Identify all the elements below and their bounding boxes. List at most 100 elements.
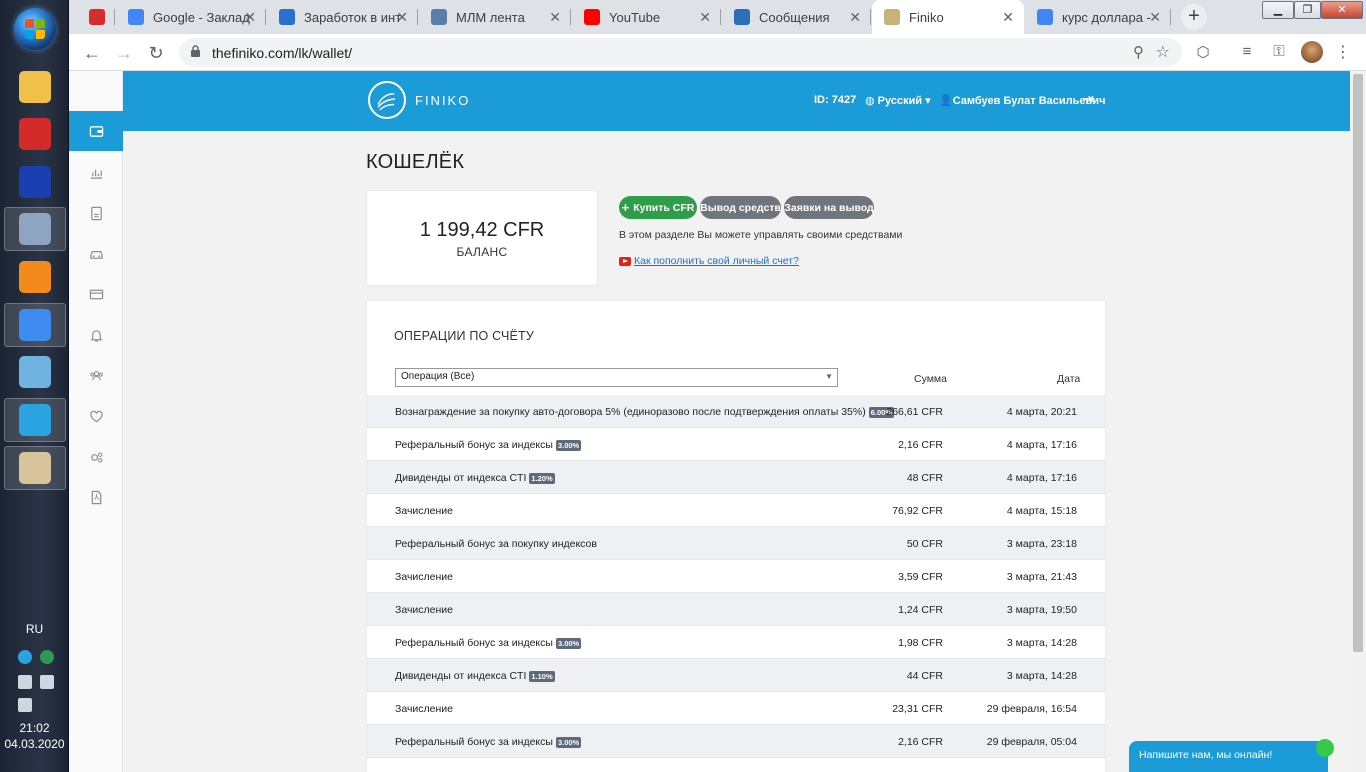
back-arrow-icon[interactable]: ← — [79, 40, 105, 66]
tab-close-icon[interactable]: ✕ — [849, 9, 861, 26]
red-app-icon — [19, 118, 51, 150]
operation-description: Дивиденды от индекса CTI 1.20% — [395, 472, 555, 484]
logo-wordmark: FINIKO — [415, 92, 471, 108]
tab-close-icon[interactable]: ✕ — [1002, 9, 1014, 26]
address-bar[interactable]: thefiniko.com/lk/wallet/ ⚲ ☆ — [179, 38, 1182, 67]
finiko-logo[interactable]: FINIKO — [368, 81, 470, 119]
sidebar-item-documents[interactable] — [69, 193, 123, 233]
close-window-button[interactable]: ✕ — [1321, 1, 1363, 19]
sidebar-item-team[interactable] — [69, 355, 123, 395]
menu-kebab-icon[interactable]: ⋮ — [1335, 42, 1351, 62]
sidebar-item-auto[interactable] — [69, 233, 123, 273]
taskbar-app-calculator[interactable] — [4, 207, 66, 251]
withdraw-button[interactable]: Вывод средств — [700, 196, 781, 219]
operations-panel: ОПЕРАЦИИ ПО СЧЁТУ Операция (Все) ▼ Сумма… — [366, 300, 1106, 772]
operation-date: 3 марта, 21:43 — [1006, 571, 1077, 583]
taskbar-app-media-player[interactable] — [4, 255, 66, 299]
browser-tab-3[interactable]: МЛМ лента ✕ — [419, 0, 571, 34]
sidebar-item-settings[interactable] — [69, 437, 123, 477]
operation-sum: 48 CFR — [906, 472, 943, 484]
help-link[interactable]: Как пополнить свой личный счет? — [619, 255, 799, 267]
operation-description-text: Реферальный бонус за индексы — [395, 439, 553, 451]
taskbar-app-save-app[interactable] — [4, 160, 66, 204]
tab-close-icon[interactable]: ✕ — [549, 9, 561, 26]
taskbar-app-chrome[interactable] — [4, 303, 66, 347]
tab-favicon-icon — [431, 9, 447, 25]
reading-list-icon[interactable]: ≡ — [1237, 43, 1257, 63]
tab-favicon-icon — [128, 9, 144, 25]
taskbar-app-red-app[interactable] — [4, 112, 66, 156]
new-tab-button[interactable]: + — [1181, 4, 1207, 30]
reload-icon[interactable]: ↻ — [143, 40, 169, 66]
tab-close-icon[interactable]: ✕ — [699, 9, 711, 26]
withdraw-requests-button[interactable]: Заявки на вывод — [784, 196, 874, 219]
sidebar-item-cards[interactable] — [69, 274, 123, 314]
tab-close-icon[interactable]: ✕ — [1149, 9, 1161, 26]
tab-title: Finiko — [909, 9, 944, 25]
sidebar-item-stats[interactable] — [69, 152, 123, 192]
tab-favicon-icon — [89, 9, 105, 25]
sync-tray-icon[interactable] — [40, 650, 54, 664]
globe-icon: ◍ — [865, 95, 878, 107]
calculator-icon — [19, 213, 51, 245]
tray-icons-row-2 — [18, 675, 54, 689]
language-indicator[interactable]: RU — [0, 622, 69, 636]
taskbar-app-paint[interactable] — [4, 446, 66, 490]
maximize-button[interactable]: ❐ — [1294, 1, 1321, 19]
power-tray-icon[interactable] — [18, 675, 32, 689]
buy-cfr-label: Купить CFR — [633, 201, 695, 214]
forward-arrow-icon[interactable]: → — [111, 40, 137, 66]
car-icon — [89, 250, 103, 259]
scrollbar-thumb[interactable] — [1353, 74, 1363, 652]
table-row: Зачисление 76,92 CFR 4 марта, 15:18 — [367, 494, 1105, 527]
site-header: FINIKO ID: 7427 ◍ Русский ▾ 👤Самбуев Бул… — [123, 71, 1350, 131]
live-chat-widget[interactable]: Напишите нам, мы онлайн! — [1129, 739, 1334, 772]
bookmark-star-icon[interactable]: ☆ — [1156, 42, 1170, 62]
browser-tab-4[interactable]: YouTube ✕ — [572, 0, 721, 34]
tab-favicon-icon — [734, 9, 750, 25]
browser-tab-0[interactable] — [77, 0, 115, 34]
telegram-tray-icon[interactable] — [18, 650, 32, 664]
operation-description: Реферальный бонус за покупку индексов — [395, 538, 597, 550]
browser-tab-2[interactable]: Заработок в инт ✕ — [267, 0, 418, 34]
sidebar-item-notifications[interactable] — [69, 315, 123, 355]
taskbar-app-telegram[interactable] — [4, 398, 66, 442]
profile-avatar[interactable] — [1301, 41, 1323, 63]
operation-description: Зачисление — [395, 703, 453, 715]
browser-tab-5[interactable]: Сообщения ✕ — [722, 0, 871, 34]
tab-close-icon[interactable]: ✕ — [396, 9, 408, 26]
taskbar-clock[interactable]: 21:02 04.03.2020 — [0, 720, 69, 752]
operations-title: ОПЕРАЦИИ ПО СЧЁТУ — [394, 329, 535, 343]
operation-filter-select[interactable]: Операция (Все) ▼ — [395, 368, 838, 387]
zoom-icon[interactable]: ⚲ — [1133, 43, 1144, 61]
browser-tab-7[interactable]: курс доллара - ✕ — [1025, 0, 1171, 34]
operation-description: Реферальный бонус за индексы 3.00% — [395, 637, 582, 649]
operation-description: Зачисление — [395, 604, 453, 616]
extension-cube-icon[interactable]: ⬡ — [1193, 43, 1213, 63]
tab-close-icon[interactable]: ✕ — [244, 9, 256, 26]
browser-tab-1[interactable]: Google - Заклад ✕ — [116, 0, 266, 34]
logout-icon[interactable]: ⇥ — [1083, 91, 1094, 107]
help-link-label: Как пополнить свой личный счет? — [634, 255, 799, 267]
key-icon[interactable]: ⚿ — [1269, 43, 1289, 63]
percent-badge: 1.20% — [529, 472, 555, 484]
taskbar-app-file-manager[interactable] — [4, 65, 66, 109]
start-button[interactable] — [14, 8, 56, 50]
user-menu[interactable]: 👤Самбуев Булат Васильевич — [939, 94, 1105, 107]
sidebar-item-pdf[interactable] — [69, 477, 123, 517]
language-label: Русский — [877, 95, 923, 107]
operation-description: Реферальный бонус за индексы 3.00% — [395, 736, 582, 748]
page-scrollbar[interactable] — [1350, 71, 1366, 772]
operation-description-text: Реферальный бонус за индексы — [395, 736, 553, 748]
operation-description: Зачисление — [395, 505, 453, 517]
network-tray-icon[interactable] — [40, 675, 54, 689]
sidebar-item-favorites[interactable] — [69, 396, 123, 436]
language-selector[interactable]: ◍ Русский ▾ — [865, 94, 931, 107]
table-row: Реферальный бонус за индексы 3.00% 2,16 CF… — [367, 428, 1105, 461]
browser-tab-6[interactable]: Finiko ✕ — [872, 0, 1024, 34]
buy-cfr-button[interactable]: + Купить CFR — [619, 196, 697, 219]
volume-tray-icon[interactable] — [18, 698, 32, 712]
minimize-button[interactable]: ▁ — [1262, 1, 1294, 19]
sidebar-item-wallet[interactable] — [69, 111, 123, 151]
taskbar-app-notes[interactable] — [4, 350, 66, 394]
